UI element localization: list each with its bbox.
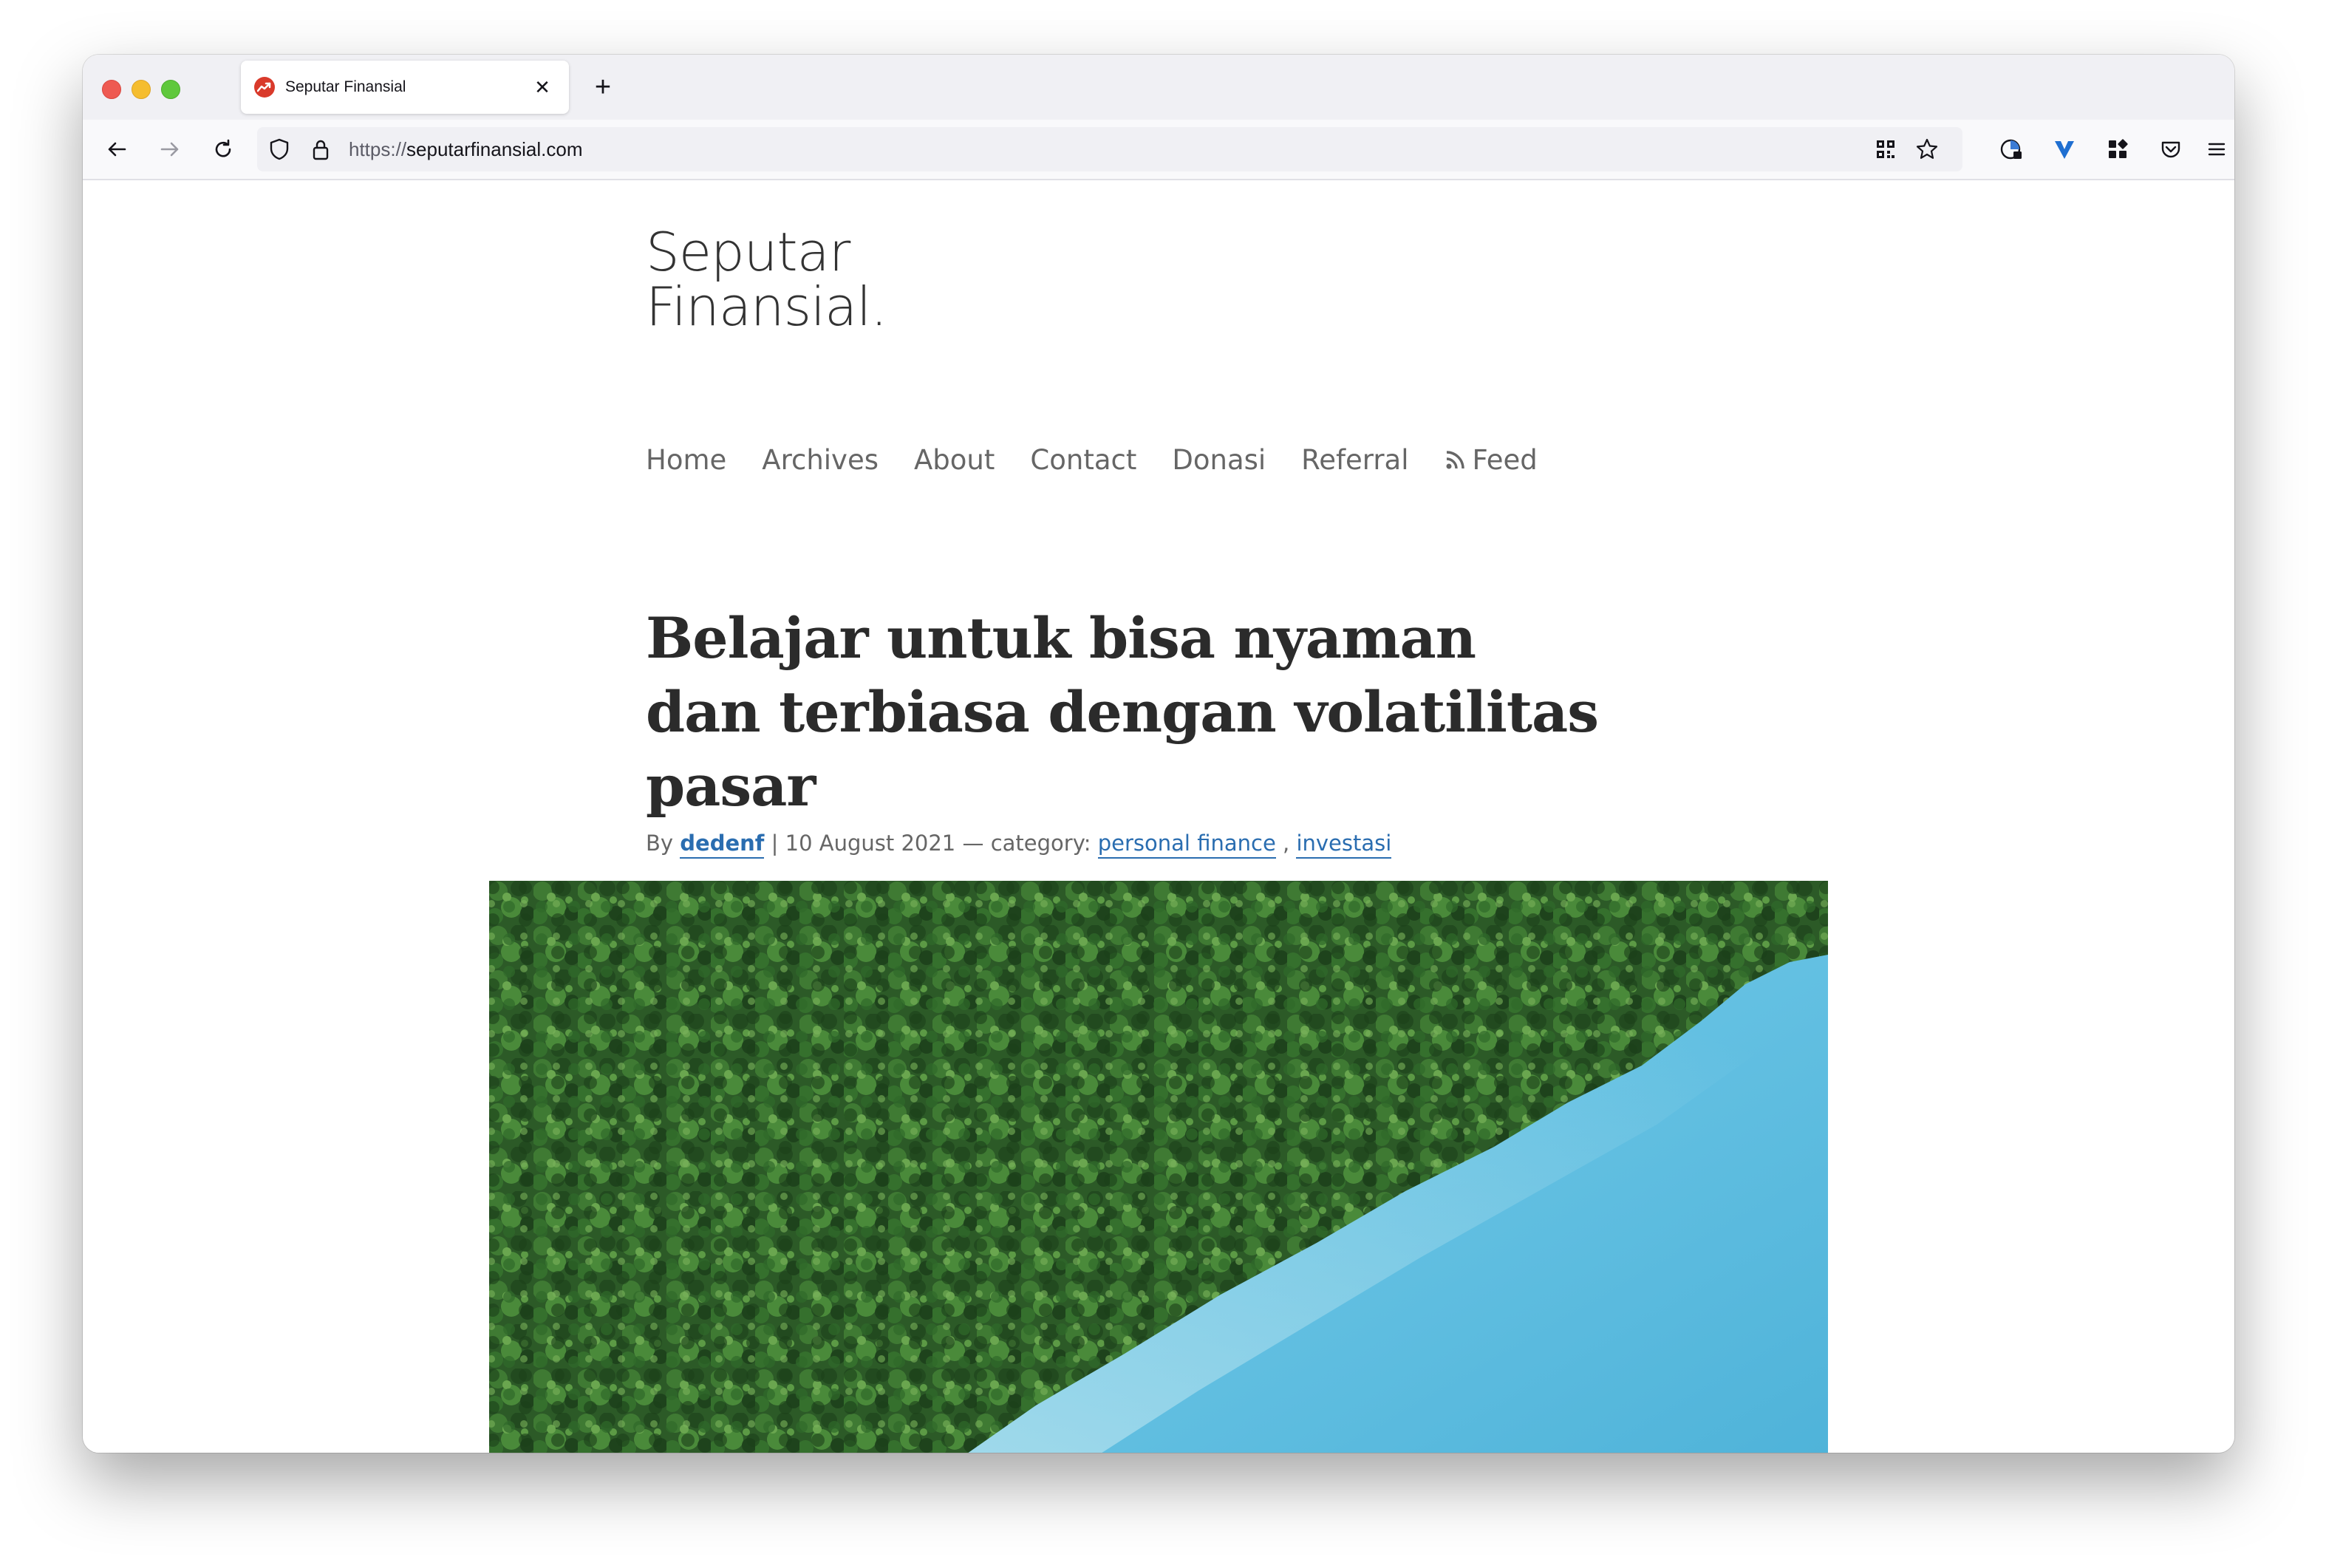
shield-icon[interactable] bbox=[267, 137, 291, 161]
author-link[interactable]: dedenf bbox=[680, 831, 765, 859]
pocket-button[interactable] bbox=[2152, 130, 2190, 168]
reload-button[interactable] bbox=[204, 130, 242, 168]
reload-icon bbox=[215, 139, 231, 157]
grid-apps-icon bbox=[2109, 139, 2128, 158]
category-separator: , bbox=[1275, 831, 1297, 856]
lock-icon[interactable] bbox=[309, 137, 332, 161]
privacy-monitor-icon bbox=[2000, 139, 2022, 160]
qr-code-icon[interactable] bbox=[1874, 137, 1897, 161]
site-favicon-icon bbox=[254, 77, 275, 98]
url-text[interactable]: https://seputarfinansial.com bbox=[349, 138, 583, 161]
nav-about[interactable]: About bbox=[914, 437, 995, 482]
url-bar[interactable]: https://seputarfinansial.com bbox=[257, 127, 1962, 171]
tab-strip: Seputar Finansial ✕ + bbox=[83, 55, 2234, 120]
forward-arrow-icon bbox=[160, 142, 179, 157]
back-button[interactable] bbox=[98, 130, 136, 168]
site-title-line2: Finansial. bbox=[646, 276, 887, 338]
hamburger-menu-icon bbox=[2208, 143, 2226, 156]
nav-feed[interactable]: Feed bbox=[1445, 437, 1538, 482]
forward-button[interactable] bbox=[151, 130, 189, 168]
category-link-personal-finance[interactable]: personal finance bbox=[1097, 831, 1276, 859]
url-host: seputarfinansial.com bbox=[406, 138, 583, 160]
nav-donasi[interactable]: Donasi bbox=[1172, 437, 1266, 482]
featured-image bbox=[489, 881, 1828, 1453]
nav-referral[interactable]: Referral bbox=[1301, 437, 1408, 482]
nav-feed-label: Feed bbox=[1472, 443, 1538, 476]
nav-home[interactable]: Home bbox=[646, 437, 726, 482]
tab-title: Seputar Finansial bbox=[285, 78, 406, 95]
extension-monitor-button[interactable] bbox=[1992, 130, 2030, 168]
post-date: 10 August 2021 bbox=[785, 831, 956, 856]
forest-lake-aerial-image bbox=[489, 881, 1828, 1453]
browser-window: Seputar Finansial ✕ + https://seputarfin… bbox=[83, 55, 2234, 1453]
site-logo[interactable]: Seputar Finansial. bbox=[646, 225, 887, 334]
site-title-line1: Seputar bbox=[646, 221, 850, 283]
new-tab-button[interactable]: + bbox=[587, 71, 619, 103]
extension-grid-button[interactable] bbox=[2098, 130, 2137, 168]
rss-feed-icon bbox=[1446, 451, 1464, 469]
bookmark-star-icon[interactable] bbox=[1915, 137, 1939, 161]
post-title: Belajar untuk bisa nyaman dan terbiasa d… bbox=[646, 605, 1599, 819]
extension-v-button[interactable] bbox=[2045, 130, 2084, 168]
tab-close-icon[interactable]: ✕ bbox=[528, 72, 557, 102]
url-scheme: https:// bbox=[349, 138, 407, 160]
category-link-investasi[interactable]: investasi bbox=[1296, 831, 1392, 859]
pocket-icon bbox=[2161, 141, 2180, 158]
minimize-window-button[interactable] bbox=[132, 80, 151, 99]
zoom-window-button[interactable] bbox=[161, 80, 180, 99]
nav-archives[interactable]: Archives bbox=[762, 437, 879, 482]
tab-seputar-finansial[interactable]: Seputar Finansial ✕ bbox=[241, 61, 569, 114]
nav-toolbar: https://seputarfinansial.com bbox=[83, 120, 2234, 180]
category-prefix: — category: bbox=[955, 831, 1098, 856]
close-window-button[interactable] bbox=[102, 80, 121, 99]
meta-separator: | bbox=[764, 831, 785, 856]
post-meta: By dedenf | 10 August 2021 — category: p… bbox=[646, 831, 1392, 859]
post-by-label: By bbox=[646, 831, 674, 856]
nav-contact[interactable]: Contact bbox=[1030, 437, 1136, 482]
app-menu-button[interactable] bbox=[2197, 130, 2234, 168]
page-content: Seputar Finansial. Home Archives About C… bbox=[83, 180, 2234, 1453]
main-nav: Home Archives About Contact Donasi Refer… bbox=[646, 437, 1538, 482]
back-arrow-icon bbox=[108, 142, 126, 157]
v-extension-icon bbox=[2055, 141, 2074, 159]
